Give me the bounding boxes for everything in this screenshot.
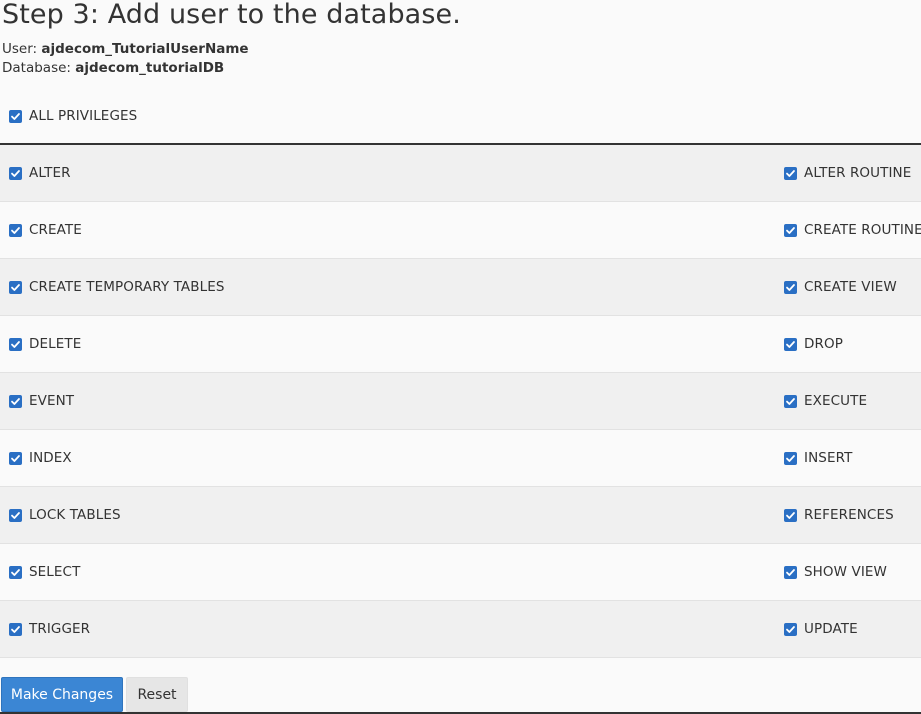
privilege-checkbox[interactable]: [784, 622, 797, 636]
privilege-checkbox[interactable]: [9, 508, 22, 522]
privilege-checkbox[interactable]: [784, 508, 797, 522]
user-label: User:: [2, 41, 38, 57]
privilege-option[interactable]: CREATE: [9, 202, 82, 258]
privilege-option[interactable]: CREATE ROUTINE: [784, 202, 921, 258]
privilege-option[interactable]: INDEX: [9, 430, 72, 486]
database-label: Database:: [2, 60, 71, 76]
privilege-checkbox[interactable]: [9, 166, 22, 180]
privilege-option[interactable]: EVENT: [9, 373, 74, 429]
privilege-option[interactable]: SELECT: [9, 544, 80, 600]
privilege-label: UPDATE: [804, 621, 858, 637]
reset-button[interactable]: Reset: [126, 677, 188, 712]
privilege-checkbox[interactable]: [9, 280, 22, 294]
privilege-label: CREATE: [29, 222, 82, 238]
privilege-label: ALTER: [29, 165, 71, 181]
privilege-option[interactable]: TRIGGER: [9, 601, 90, 657]
privilege-checkbox[interactable]: [784, 394, 797, 408]
privilege-label: EXECUTE: [804, 393, 868, 409]
database-value: ajdecom_tutorialDB: [75, 60, 225, 76]
privilege-checkbox[interactable]: [9, 337, 22, 351]
privilege-label: LOCK TABLES: [29, 507, 121, 523]
privilege-option[interactable]: REFERENCES: [784, 487, 894, 543]
privilege-option[interactable]: INSERT: [784, 430, 852, 486]
privilege-row: INDEX INSERT: [0, 430, 921, 487]
privilege-option[interactable]: EXECUTE: [784, 373, 867, 429]
privilege-row: DELETE DROP: [0, 316, 921, 373]
privilege-label: CREATE ROUTINE: [804, 222, 921, 238]
privilege-checkbox[interactable]: [784, 166, 797, 180]
user-line: User: ajdecom_TutorialUserName: [2, 41, 249, 57]
privilege-checkbox[interactable]: [9, 394, 22, 408]
privilege-option[interactable]: SHOW VIEW: [784, 544, 887, 600]
privilege-checkbox[interactable]: [784, 337, 797, 351]
privilege-label: CREATE VIEW: [804, 279, 897, 295]
privilege-label: EVENT: [29, 393, 75, 409]
privilege-option[interactable]: UPDATE: [784, 601, 858, 657]
user-value: ajdecom_TutorialUserName: [41, 41, 249, 57]
privilege-row: EVENT EXECUTE: [0, 373, 921, 430]
page: Step 3: Add user to the database. User: …: [0, 0, 921, 714]
all-privileges-label: ALL PRIVILEGES: [29, 108, 138, 124]
privilege-label: ALTER ROUTINE: [804, 165, 912, 181]
privilege-label: DROP: [804, 336, 843, 352]
privilege-row: LOCK TABLES REFERENCES: [0, 487, 921, 544]
privilege-checkbox[interactable]: [9, 451, 22, 465]
privilege-checkbox[interactable]: [9, 565, 22, 579]
database-line: Database: ajdecom_tutorialDB: [2, 60, 224, 76]
privilege-checkbox[interactable]: [784, 565, 797, 579]
privilege-checkbox[interactable]: [9, 223, 22, 237]
privilege-checkbox[interactable]: [784, 451, 797, 465]
privilege-checkbox[interactable]: [784, 280, 797, 294]
privilege-label: DELETE: [29, 336, 82, 352]
privilege-option[interactable]: DELETE: [9, 316, 81, 372]
privileges-table: ALTER ALTER ROUTINE CREATE CREATE ROUTINE CR…: [0, 145, 921, 658]
privilege-row: TRIGGER UPDATE: [0, 601, 921, 658]
privilege-checkbox[interactable]: [784, 223, 797, 237]
privilege-row: CREATE CREATE ROUTINE: [0, 202, 921, 259]
privilege-option[interactable]: ALTER ROUTINE: [784, 145, 911, 201]
privilege-label: SELECT: [29, 564, 81, 580]
privilege-option[interactable]: CREATE TEMPORARY TABLES: [9, 259, 225, 315]
privilege-option[interactable]: LOCK TABLES: [9, 487, 121, 543]
page-title: Step 3: Add user to the database.: [2, 0, 461, 30]
privilege-label: INSERT: [804, 450, 853, 466]
privilege-row: ALTER ALTER ROUTINE: [0, 145, 921, 202]
privilege-label: CREATE TEMPORARY TABLES: [29, 279, 225, 295]
privilege-row: SELECT SHOW VIEW: [0, 544, 921, 601]
privilege-option[interactable]: ALTER: [9, 145, 71, 201]
all-privileges-option[interactable]: ALL PRIVILEGES: [9, 108, 137, 124]
privilege-label: SHOW VIEW: [804, 564, 887, 580]
privilege-option[interactable]: CREATE VIEW: [784, 259, 897, 315]
privilege-label: TRIGGER: [29, 621, 91, 637]
make-changes-button[interactable]: Make Changes: [1, 677, 123, 712]
privilege-option[interactable]: DROP: [784, 316, 843, 372]
all-privileges-checkbox[interactable]: [9, 109, 22, 123]
privilege-label: INDEX: [29, 450, 72, 466]
privilege-checkbox[interactable]: [9, 622, 22, 636]
privilege-label: REFERENCES: [804, 507, 894, 523]
privilege-row: CREATE TEMPORARY TABLES CREATE VIEW: [0, 259, 921, 316]
